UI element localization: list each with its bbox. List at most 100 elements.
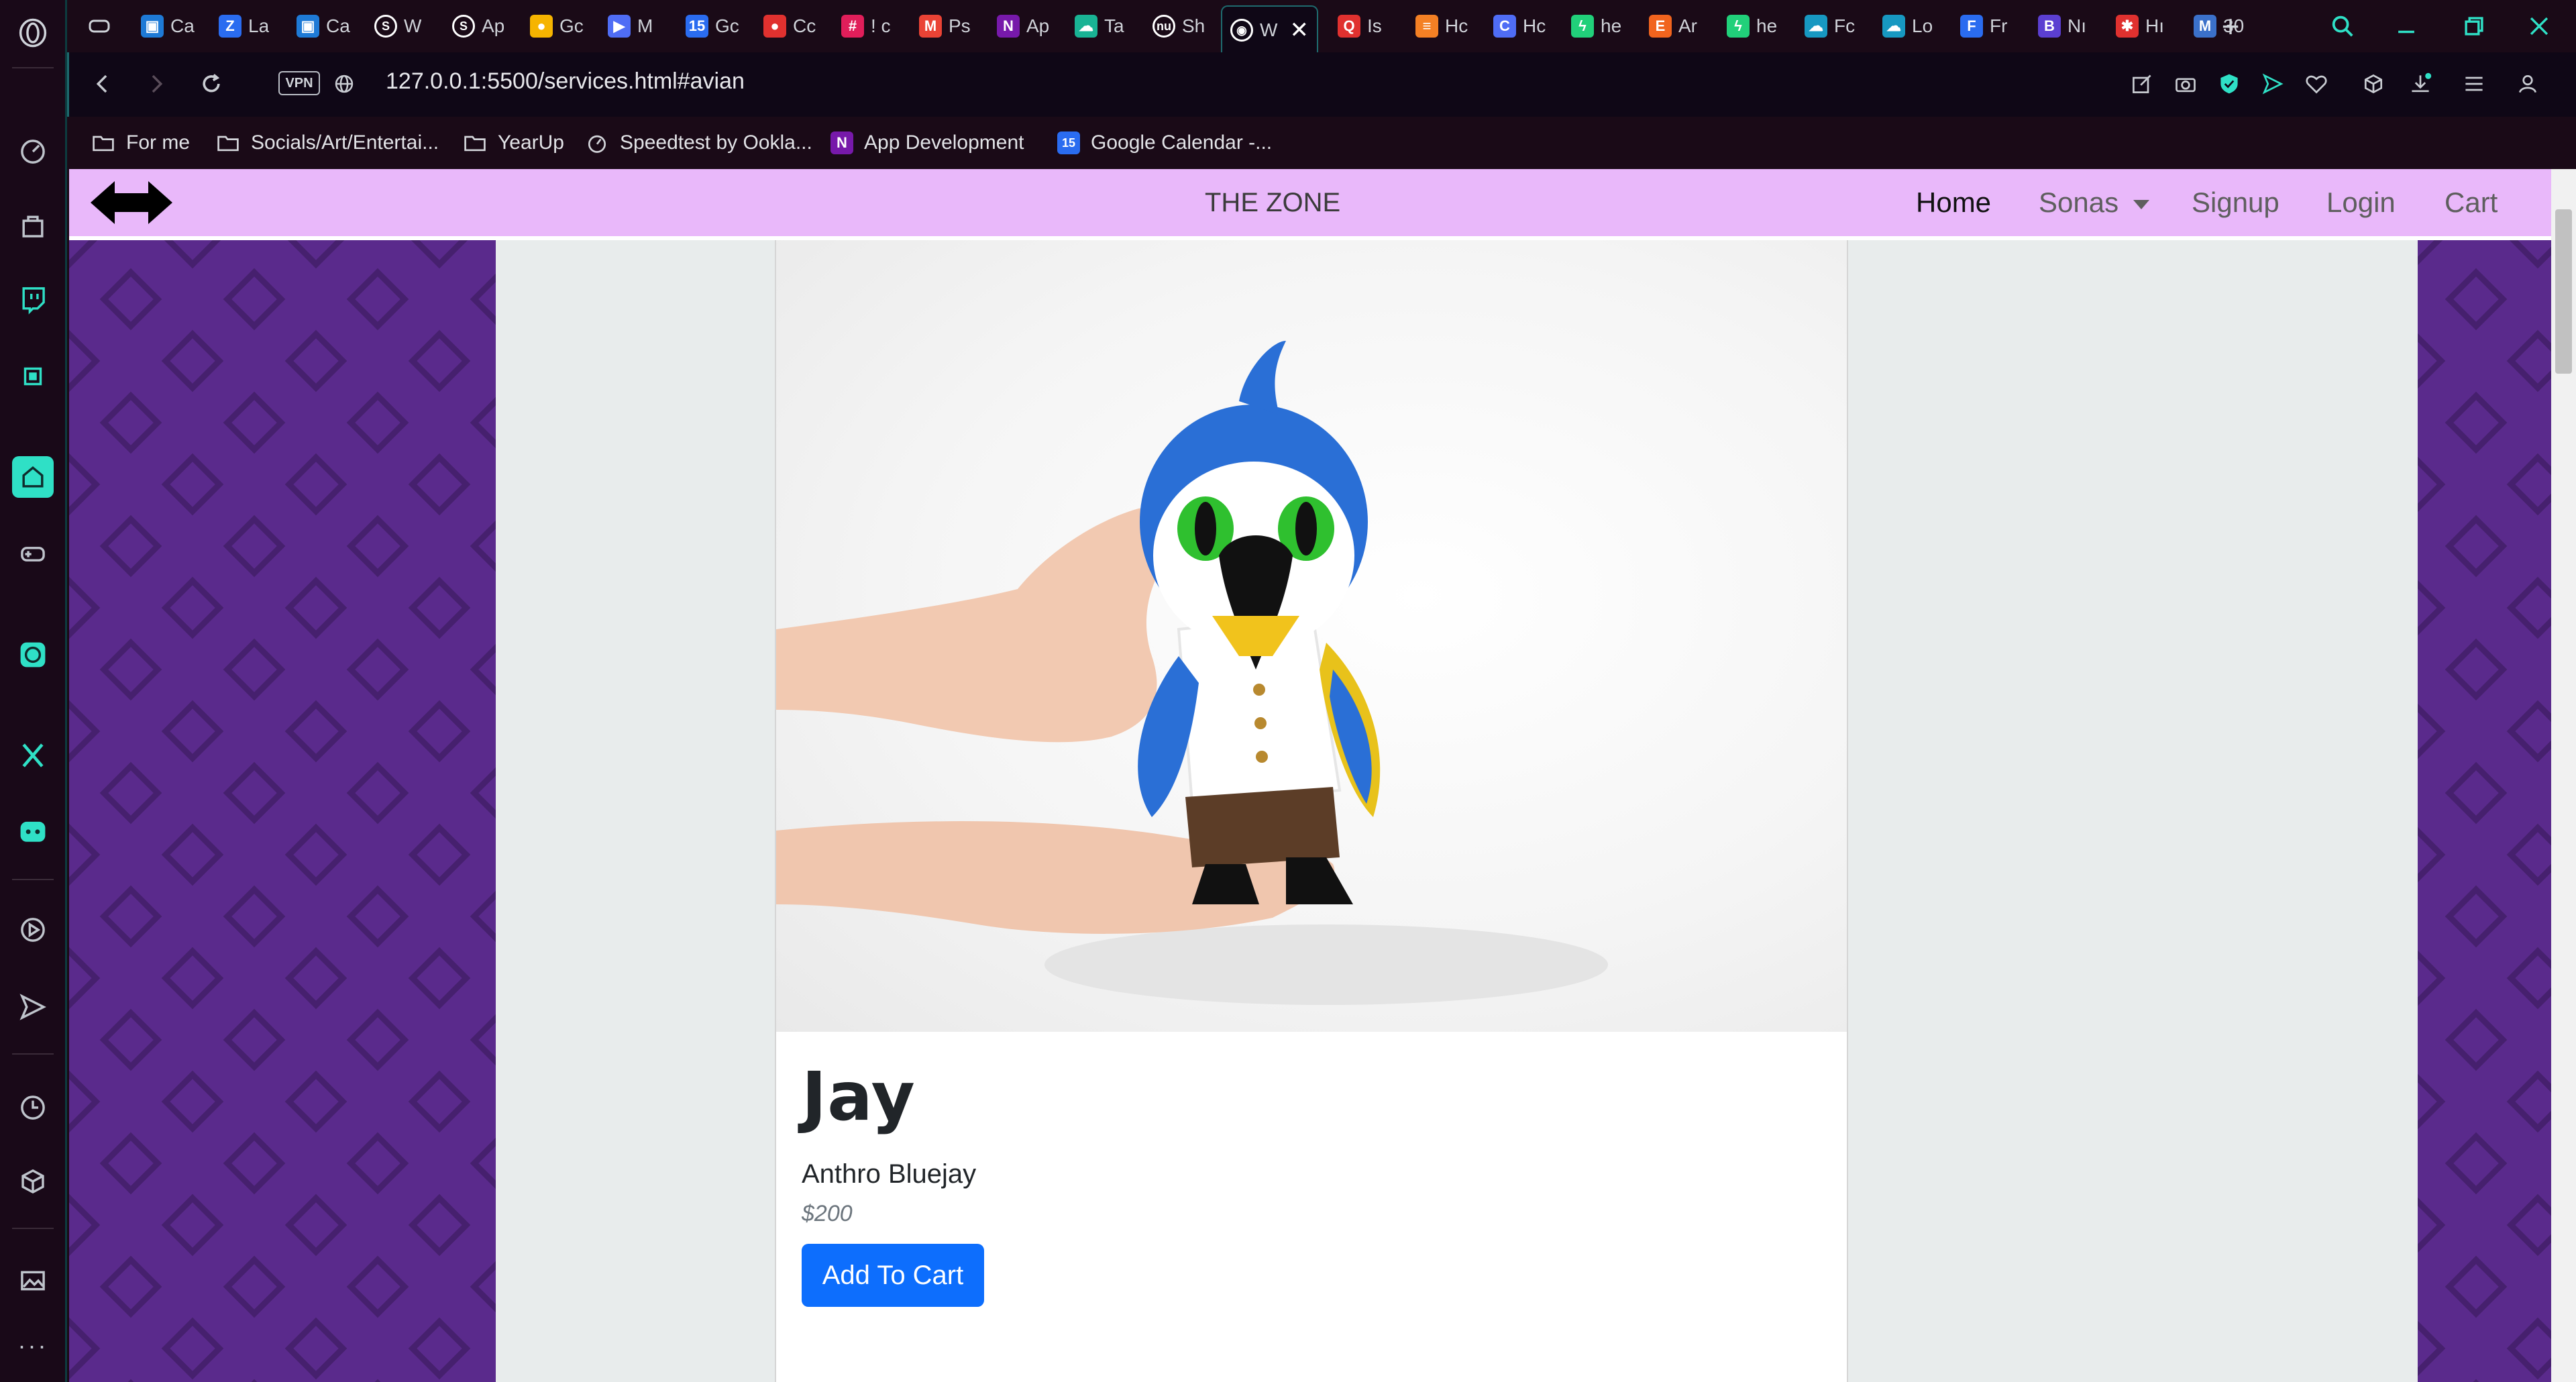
mdb-icon: M: [2194, 15, 2216, 38]
tab-label: Ca: [170, 15, 195, 36]
bookmark-google-calendar[interactable]: 15 Google Calendar -...: [1057, 126, 1272, 160]
heart-icon[interactable]: [2300, 67, 2333, 101]
twitch-icon[interactable]: [12, 278, 54, 320]
calendar-icon: 15: [1057, 131, 1080, 154]
tab-15[interactable]: Q Is: [1338, 8, 1382, 44]
browser-sidebar: ···: [0, 0, 67, 1382]
speedtest-icon: [588, 135, 606, 153]
tab-19[interactable]: E Ar: [1649, 8, 1697, 44]
stack-icon: ≡: [1415, 15, 1438, 38]
forward-icon[interactable]: [140, 67, 173, 101]
nav-login-link[interactable]: Login: [2326, 187, 2396, 219]
nav-signup-link[interactable]: Signup: [2192, 187, 2279, 219]
tab-22[interactable]: ☁ Lo: [1882, 8, 1933, 44]
easy-setup-icon[interactable]: [2457, 67, 2491, 101]
nav-sonas-dropdown[interactable]: Sonas: [2039, 187, 2150, 219]
tab-label: he: [1601, 15, 1622, 36]
tab-24[interactable]: B Nı: [2038, 8, 2086, 44]
tab-label: Is: [1367, 15, 1382, 36]
page-scrollbar[interactable]: [2551, 169, 2576, 1382]
cube-icon[interactable]: [12, 1161, 54, 1202]
globe-icon[interactable]: [327, 67, 361, 101]
tab-5[interactable]: ● Gc: [530, 8, 584, 44]
tab-2[interactable]: ▣ Ca: [297, 8, 350, 44]
bag-icon[interactable]: [12, 205, 54, 246]
nav-cart-link[interactable]: Cart: [2445, 187, 2498, 219]
tab-18[interactable]: ϟ he: [1571, 8, 1621, 44]
s-icon: S: [374, 15, 397, 38]
restore-icon[interactable]: [2457, 9, 2491, 43]
tab-3[interactable]: SW: [374, 8, 421, 44]
salesforce-icon: ☁: [1805, 15, 1827, 38]
tab-1[interactable]: Z La: [219, 8, 269, 44]
tab-label: Sh: [1182, 15, 1205, 36]
camera-icon[interactable]: [2169, 67, 2202, 101]
history-icon[interactable]: [12, 1087, 54, 1128]
chip-icon[interactable]: [12, 356, 54, 397]
tab-label: Gc: [559, 15, 584, 36]
back-icon[interactable]: [86, 67, 119, 101]
tab-8[interactable]: ● Cc: [763, 8, 816, 44]
record-icon: ●: [763, 15, 786, 38]
bookmark-app-development[interactable]: N App Development: [830, 126, 1024, 160]
reload-icon[interactable]: [195, 67, 228, 101]
x-twitter-icon[interactable]: [12, 735, 54, 776]
tab-7[interactable]: 15 Gc: [686, 8, 739, 44]
send-icon[interactable]: [12, 986, 54, 1028]
s-icon: S: [452, 15, 475, 38]
download-icon[interactable]: [2404, 67, 2437, 101]
bookmarks-bar: For me Socials/Art/Entertai... YearUp Sp…: [67, 117, 2576, 169]
minimize-icon[interactable]: [2390, 9, 2423, 43]
more-icon[interactable]: ···: [12, 1325, 54, 1367]
gamepad-icon[interactable]: [12, 533, 54, 575]
tab-16[interactable]: ≡ Hc: [1415, 8, 1468, 44]
nav-home-link[interactable]: Home: [1916, 187, 1991, 219]
tab-6[interactable]: ▶ M: [608, 8, 653, 44]
cube-icon[interactable]: [2357, 67, 2390, 101]
tab-23[interactable]: F Fr: [1960, 8, 2007, 44]
home-icon[interactable]: [12, 456, 54, 498]
speed-dial-icon[interactable]: [12, 131, 54, 172]
url-field[interactable]: 127.0.0.1:5500/services.html#avian: [386, 68, 745, 95]
search-tabs-icon[interactable]: [2326, 9, 2359, 43]
tab-12[interactable]: ☁ Ta: [1075, 8, 1124, 44]
send-icon[interactable]: [2256, 67, 2290, 101]
player-icon[interactable]: [12, 909, 54, 951]
bookmark-speedtest[interactable]: Speedtest by Ookla...: [585, 126, 812, 160]
tab-20[interactable]: ϟ he: [1727, 8, 1777, 44]
b-icon: B: [2038, 15, 2061, 38]
tab-11[interactable]: N Ap: [997, 8, 1049, 44]
profile-icon[interactable]: [2511, 67, 2544, 101]
bookmark-for-me[interactable]: For me: [91, 126, 190, 160]
tab-14[interactable]: ◉ W ✕: [1221, 5, 1318, 54]
tab-0[interactable]: ▣ Ca: [141, 8, 195, 44]
tab-4[interactable]: S Ap: [452, 8, 504, 44]
gamepad-icon[interactable]: [86, 8, 113, 44]
product-image: [776, 240, 1847, 1032]
new-tab-icon[interactable]: +: [2214, 9, 2247, 44]
vpn-badge[interactable]: VPN: [278, 71, 320, 95]
tab-13[interactable]: nu Sh: [1152, 8, 1205, 44]
discord-icon[interactable]: [12, 812, 54, 853]
add-to-cart-button[interactable]: Add To Cart: [802, 1244, 984, 1307]
close-window-icon[interactable]: [2522, 9, 2556, 43]
tab-label: Cc: [793, 15, 816, 36]
tab-21[interactable]: ☁ Fc: [1805, 8, 1855, 44]
gallery-icon[interactable]: [12, 1260, 54, 1301]
tab-10[interactable]: M Ps: [919, 8, 971, 44]
chatgpt-icon[interactable]: [12, 634, 54, 676]
tab-9[interactable]: # ! c: [841, 8, 891, 44]
bookmark-yearup[interactable]: YearUp: [463, 126, 564, 160]
tab-label: ! c: [871, 15, 891, 36]
salesforce-icon: ☁: [1882, 15, 1905, 38]
opera-logo-icon[interactable]: [12, 12, 54, 54]
caret-down-icon: [2133, 199, 2150, 209]
edit-icon[interactable]: [2125, 67, 2159, 101]
scrollbar-thumb[interactable]: [2555, 209, 2572, 374]
close-tab-icon[interactable]: ✕: [1289, 17, 1309, 44]
shield-check-icon[interactable]: [2212, 67, 2246, 101]
tab-25[interactable]: ✱ Hı: [2116, 8, 2164, 44]
bookmark-socials[interactable]: Socials/Art/Entertai...: [216, 126, 439, 160]
double-arrow-logo-icon[interactable]: [88, 174, 175, 231]
tab-17[interactable]: C Hc: [1493, 8, 1546, 44]
